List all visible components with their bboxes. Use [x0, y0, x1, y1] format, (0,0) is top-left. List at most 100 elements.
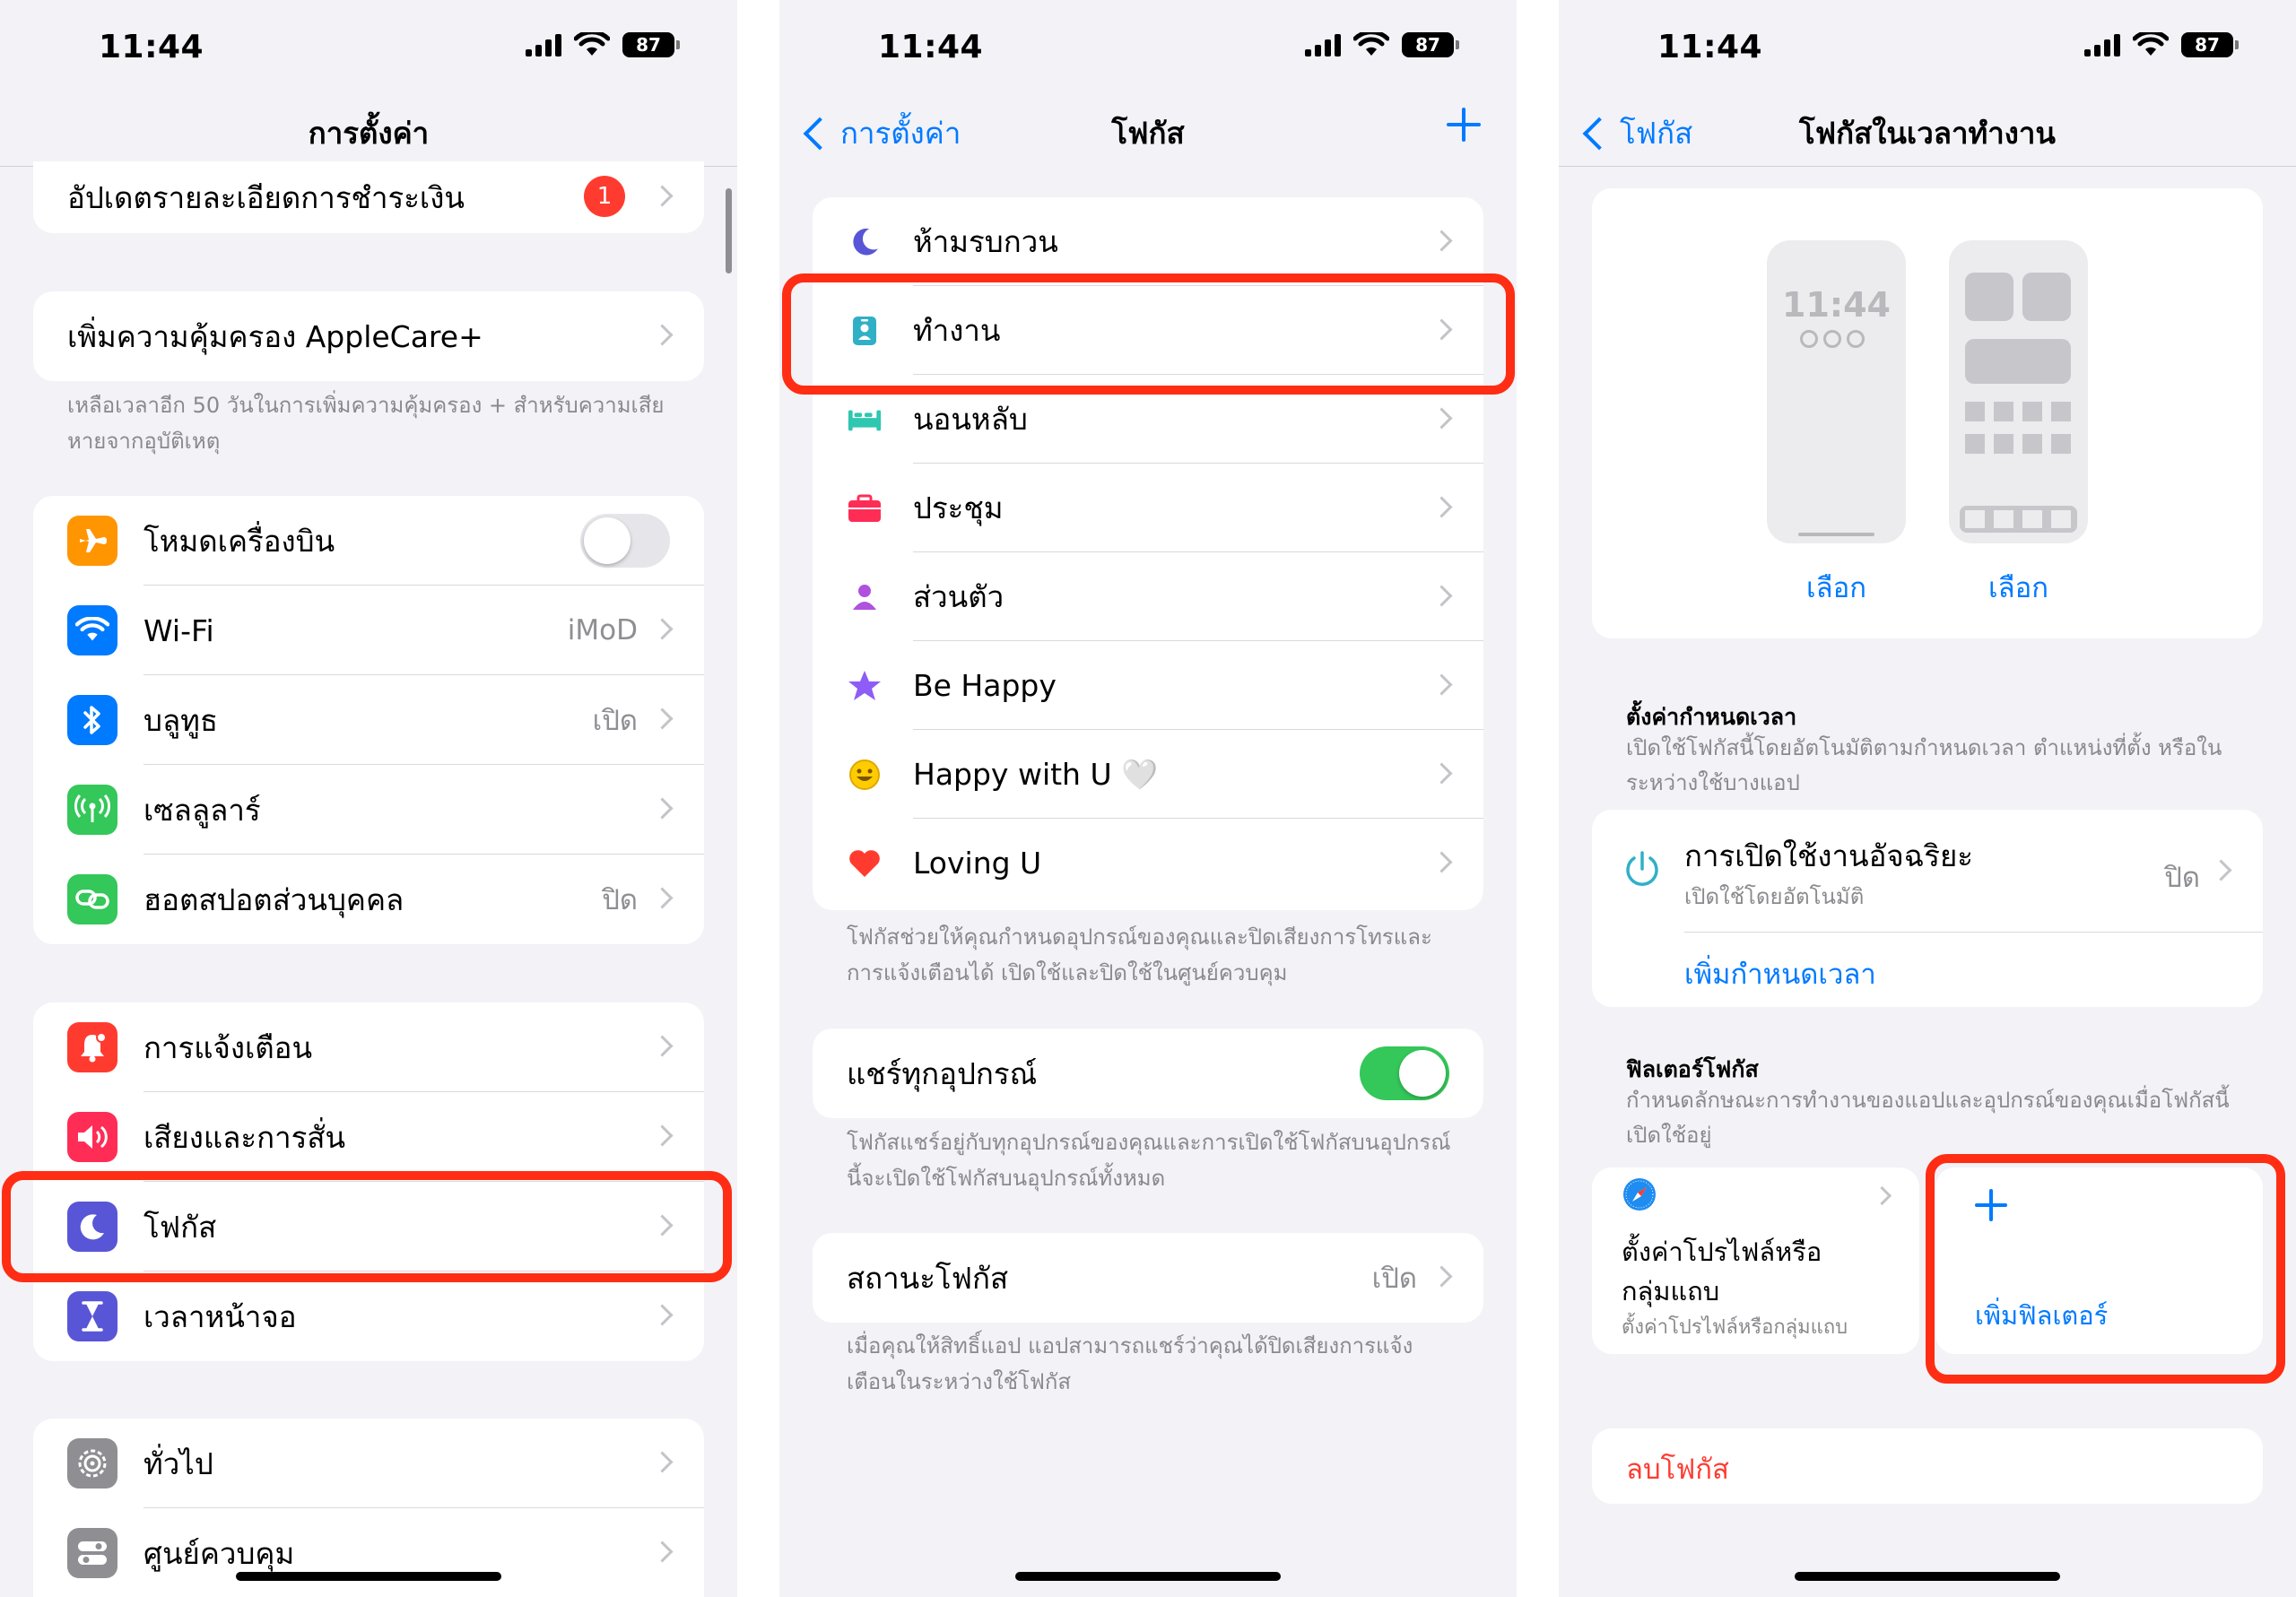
focus-mode-be-happy[interactable]: Be Happy — [813, 641, 1483, 730]
bed-icon — [847, 402, 883, 438]
focus-mode-loving-u[interactable]: Loving U — [813, 819, 1483, 907]
share-group: แชร์ทุกอุปกรณ์ — [813, 1029, 1483, 1118]
bluetooth-row[interactable]: บลูทูธ เปิด — [33, 675, 704, 765]
focus-mode-meeting[interactable]: ประชุม — [813, 464, 1483, 552]
focus-status-footer: เมื่อคุณให้สิทธิ์แอป แอปสามารถแชร์ว่าคุณ… — [847, 1333, 1413, 1394]
chevron-right-icon — [1431, 762, 1453, 785]
focus-mode-label: นอนหลับ — [913, 402, 1028, 437]
screen-time-row[interactable]: เวลาหน้าจอ — [33, 1272, 704, 1361]
share-across-devices-toggle[interactable] — [1360, 1046, 1449, 1100]
wifi-row[interactable]: Wi-Fi iMoD — [33, 586, 704, 675]
airplane-mode-label: โหมดเครื่องบิน — [144, 523, 335, 559]
general-label: ทั่วไป — [144, 1445, 213, 1481]
share-label: แชร์ทุกอุปกรณ์ — [847, 1055, 1038, 1091]
bluetooth-icon — [67, 695, 117, 745]
bluetooth-value: เปิด — [592, 705, 638, 737]
heart-icon — [847, 846, 883, 881]
sounds-row[interactable]: เสียงและการสั่น — [33, 1092, 704, 1182]
smart-activation-subtitle: เปิดใช้โดยอัตโนมัติ — [1684, 884, 1865, 909]
bluetooth-label: บลูทูธ — [144, 702, 219, 738]
chevron-right-icon — [651, 797, 674, 820]
focus-filter-header: ฟิลเตอร์โฟกัส — [1626, 1056, 1759, 1082]
safari-profile-filter-card[interactable]: ตั้งค่าโปรไฟล์หรือ กลุ่มแถบ ตั้งค่าโปรไฟ… — [1592, 1167, 1919, 1354]
focus-mode-sleep[interactable]: นอนหลับ — [813, 375, 1483, 464]
moon-icon — [847, 224, 883, 260]
add-focus-button[interactable] — [1445, 106, 1483, 143]
hourglass-icon — [67, 1291, 117, 1341]
cellular-row[interactable]: เซลลูลาร์ — [33, 765, 704, 855]
applecare-row[interactable]: เพิ่มความคุ้มครอง AppleCare+ — [33, 291, 704, 381]
focus-mode-label: Happy with U 🤍 — [913, 756, 1159, 792]
gear-icon — [67, 1438, 117, 1489]
delete-focus-row[interactable]: ลบโฟกัส — [1592, 1428, 2263, 1504]
work-focus-screen: 11:44 87 โฟกัส โฟกัสในเวลาทำงาน 11:44 เล… — [1559, 0, 2296, 1597]
notifications-group: การแจ้งเตือน เสียงและการสั่น โฟกัส เวลาห… — [33, 1002, 704, 1361]
focus-status-group: สถานะโฟกัส เปิด — [813, 1233, 1483, 1323]
chevron-right-icon — [1431, 1265, 1453, 1288]
schedule-subtitle: เปิดใช้โฟกัสนี้โดยอัตโนมัติตามกำหนดเวลา … — [1626, 735, 2222, 795]
battery-indicator: 87 — [622, 32, 680, 57]
applecare-label: เพิ่มความคุ้มครอง AppleCare+ — [67, 318, 483, 354]
wifi-status-icon — [574, 32, 610, 56]
smart-activation-row[interactable]: การเปิดใช้งานอัจฉริยะ เปิดใช้โดยอัตโนมัต… — [1592, 810, 2263, 933]
nav-bar: การตั้งค่า โฟกัส — [779, 99, 1517, 166]
add-filter-card[interactable]: เพิ่มฟิลเตอร์ — [1935, 1167, 2263, 1354]
airplane-mode-toggle[interactable] — [580, 514, 670, 568]
profile-filter-title: ตั้งค่าโปรไฟล์หรือ กลุ่มแถบ — [1622, 1232, 1822, 1311]
applecare-footer: เหลือเวลาอีก 50 วันในการเพิ่มความคุ้มครอ… — [67, 393, 665, 454]
signal-icon — [526, 33, 561, 56]
focus-mode-label: ประชุม — [913, 490, 1004, 525]
home-indicator — [1795, 1572, 2060, 1581]
control-center-row[interactable]: ศูนย์ควบคุม — [33, 1508, 704, 1597]
battery-indicator: 87 — [2181, 32, 2239, 57]
focus-modes-group: ห้ามรบกวน ทำงาน นอนหลับ ประชุม ส่วนตัว B… — [813, 197, 1483, 910]
chevron-right-icon — [1431, 407, 1453, 430]
focus-mode-work[interactable]: ทำงาน — [813, 286, 1483, 375]
focus-row[interactable]: โฟกัส — [33, 1182, 704, 1272]
briefcase-icon — [847, 490, 883, 526]
moon-icon — [67, 1202, 117, 1252]
status-bar: 11:44 87 — [0, 0, 737, 99]
page-title: การตั้งค่า — [308, 116, 430, 151]
sounds-label: เสียงและการสั่น — [144, 1119, 346, 1155]
focus-mode-personal[interactable]: ส่วนตัว — [813, 552, 1483, 641]
signal-icon — [1305, 33, 1341, 56]
share-across-devices-row: แชร์ทุกอุปกรณ์ — [813, 1029, 1483, 1118]
airplane-mode-row[interactable]: โหมดเครื่องบิน — [33, 496, 704, 586]
focus-status-row[interactable]: สถานะโฟกัส เปิด — [813, 1233, 1483, 1323]
preview-widgets — [1800, 330, 1865, 348]
chevron-right-icon — [651, 324, 674, 346]
id-badge-icon — [847, 313, 883, 349]
profile-filter-title-line1: ตั้งค่าโปรไฟล์หรือ — [1622, 1237, 1822, 1267]
chevron-right-icon — [651, 1035, 674, 1057]
hotspot-row[interactable]: ฮอตสปอตส่วนบุคคล ปิด — [33, 855, 704, 944]
choose-lock-screen-button[interactable]: เลือก — [1767, 565, 1906, 610]
lock-screen-preview[interactable]: 11:44 — [1767, 240, 1906, 543]
home-indicator — [236, 1572, 501, 1581]
chevron-right-icon — [651, 1541, 674, 1563]
notifications-row[interactable]: การแจ้งเตือน — [33, 1002, 704, 1092]
chevron-right-icon — [1431, 318, 1453, 341]
preview-time: 11:44 — [1782, 285, 1891, 325]
chevron-right-icon — [651, 1304, 674, 1326]
chevron-right-icon — [651, 1124, 674, 1147]
battery-indicator: 87 — [1402, 32, 1459, 57]
chevron-right-icon — [651, 1451, 674, 1473]
general-row[interactable]: ทั่วไป — [33, 1419, 704, 1508]
focus-modes-footer: โฟกัสช่วยให้คุณกำหนดอุปกรณ์ของคุณและปิดเ… — [847, 924, 1432, 985]
schedule-card: การเปิดใช้งานอัจฉริยะ เปิดใช้โดยอัตโนมัต… — [1592, 810, 2263, 1007]
choose-home-screen-button[interactable]: เลือก — [1949, 565, 2088, 610]
home-screen-preview[interactable] — [1949, 240, 2088, 543]
plus-icon — [1975, 1189, 2007, 1221]
focus-mode-do-not-disturb[interactable]: ห้ามรบกวน — [813, 197, 1483, 286]
payment-details-row[interactable]: อัปเดตรายละเอียดการชำระเงิน 1 — [33, 161, 704, 233]
focus-mode-happy-with-u[interactable]: Happy with U 🤍 — [813, 730, 1483, 819]
chevron-right-icon — [651, 707, 674, 730]
compass-icon — [1623, 1178, 1656, 1211]
add-schedule-button[interactable]: เพิ่มกำหนดเวลา — [1684, 951, 1876, 996]
chevron-right-icon — [2210, 859, 2232, 881]
focus-status-label: สถานะโฟกัส — [847, 1260, 1009, 1296]
chevron-right-icon — [651, 1214, 674, 1237]
smiley-icon — [847, 757, 883, 793]
screen-time-label: เวลาหน้าจอ — [144, 1298, 297, 1334]
